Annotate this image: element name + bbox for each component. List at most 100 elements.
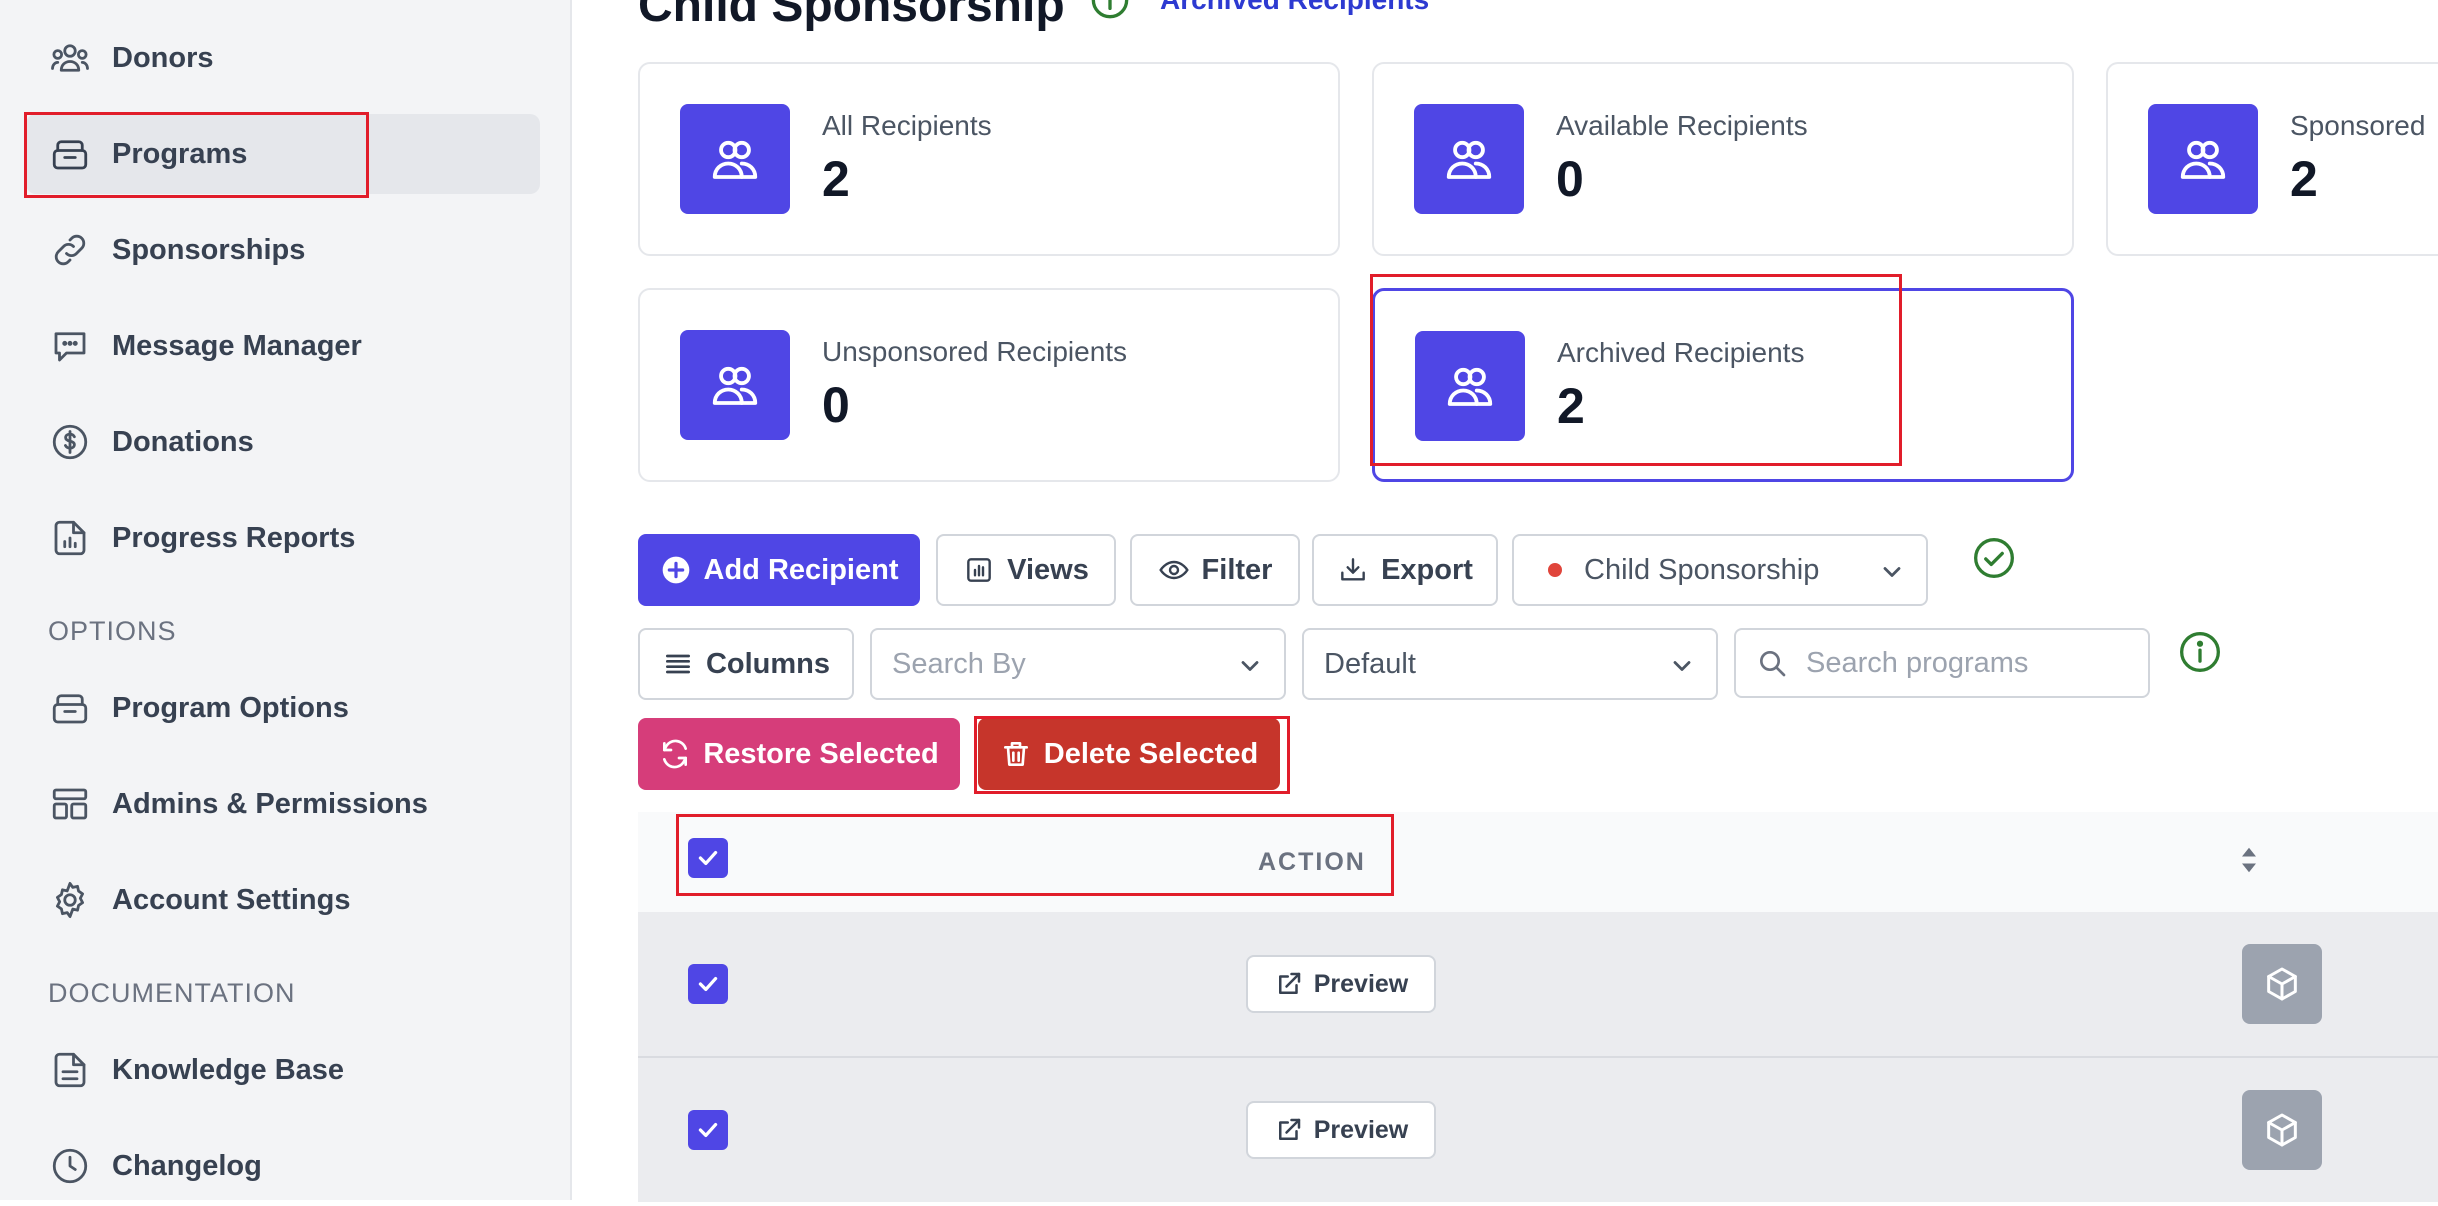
sidebar-item-programs[interactable]: Programs xyxy=(26,114,540,194)
chevron-down-icon xyxy=(1241,661,1259,671)
search-icon xyxy=(1760,651,1786,677)
row-checkbox[interactable] xyxy=(688,1110,728,1150)
select-all-checkbox[interactable] xyxy=(688,838,728,878)
stat-label: Archived Recipients xyxy=(1557,337,1805,368)
sidebar-item-donors[interactable]: Donors xyxy=(26,18,540,98)
status-dot-icon xyxy=(1548,563,1562,577)
list-icon xyxy=(665,654,690,674)
clock-icon xyxy=(48,1144,92,1188)
cube-button[interactable] xyxy=(2242,1090,2322,1170)
documentation-section-label: DOCUMENTATION xyxy=(48,978,296,1008)
preview-label: Preview xyxy=(1313,969,1409,998)
sidebar-item-program-options[interactable]: Program Options xyxy=(26,668,540,748)
views-label: Views xyxy=(1007,553,1089,586)
sidebar-item-label: Admins & Permissions xyxy=(112,787,428,820)
sidebar-item-account-settings[interactable]: Account Settings xyxy=(26,860,540,940)
sidebar-item-label: Program Options xyxy=(112,691,349,724)
check-icon xyxy=(698,1122,718,1138)
stat-label: Sponsored xyxy=(2290,110,2426,141)
table-row: Preview xyxy=(638,912,2438,1056)
search-input-placeholder: Search programs xyxy=(1806,646,2029,679)
sidebar-item-label: Donors xyxy=(112,41,214,74)
external-link-icon xyxy=(1278,972,1300,994)
info-icon[interactable] xyxy=(2178,630,2222,674)
sidebar-item-donations[interactable]: Donations xyxy=(26,402,540,482)
stat-value: 0 xyxy=(822,377,850,433)
sidebar-item-label: Account Settings xyxy=(112,883,351,916)
chevron-down-icon xyxy=(1673,661,1691,671)
search-input[interactable]: Search programs xyxy=(1734,628,2150,698)
stat-value: 0 xyxy=(1556,151,1584,207)
info-icon[interactable] xyxy=(1090,0,1130,20)
gear-icon xyxy=(48,878,92,922)
views-button[interactable]: Views xyxy=(936,534,1116,606)
restore-selected-button[interactable]: Restore Selected xyxy=(638,718,960,790)
sidebar-item-progress-reports[interactable]: Progress Reports xyxy=(26,498,540,578)
cube-button[interactable] xyxy=(2242,944,2322,1024)
program-select-value: Child Sponsorship xyxy=(1584,553,1820,586)
chat-icon xyxy=(48,324,92,368)
sort-icon[interactable] xyxy=(2238,846,2260,874)
archive-icon xyxy=(48,132,92,176)
row-checkbox[interactable] xyxy=(688,964,728,1004)
users-icon xyxy=(2148,104,2258,214)
check-icon xyxy=(698,850,718,866)
users-icon xyxy=(48,36,92,80)
sidebar-item-label: Knowledge Base xyxy=(112,1053,345,1086)
columns-button[interactable]: Columns xyxy=(638,628,854,700)
filter-button[interactable]: Filter xyxy=(1130,534,1300,606)
sidebar-item-label: Sponsorships xyxy=(112,233,306,266)
sidebar-item-message-manager[interactable]: Message Manager xyxy=(26,306,540,386)
stat-label: Unsponsored Recipients xyxy=(822,336,1128,367)
eye-icon xyxy=(1158,560,1189,580)
table-header: ACTION xyxy=(638,812,2438,914)
preview-button[interactable]: Preview xyxy=(1246,955,1436,1013)
users-icon xyxy=(1415,331,1525,441)
sidebar-item-label: Programs xyxy=(112,137,248,170)
stat-value: 2 xyxy=(822,151,850,207)
add-recipient-button[interactable]: Add Recipient xyxy=(638,534,920,606)
delete-selected-label: Delete Selected xyxy=(1043,737,1259,770)
archived-recipients-link[interactable]: Archived Recipients xyxy=(1160,0,1429,16)
layout-icon xyxy=(48,782,92,826)
search-by-select[interactable]: Search By xyxy=(870,628,1286,700)
check-circle-icon xyxy=(1974,538,2014,578)
preview-label: Preview xyxy=(1313,1115,1409,1144)
add-recipient-label: Add Recipient xyxy=(703,553,899,586)
users-icon xyxy=(680,330,790,440)
page-title: Child Sponsorship xyxy=(638,0,1065,32)
stat-card-unsponsored[interactable]: Unsponsored Recipients 0 xyxy=(638,288,1340,482)
document-icon xyxy=(48,1048,92,1092)
chart-icon xyxy=(967,558,992,582)
report-icon xyxy=(48,516,92,560)
delete-selected-button[interactable]: Delete Selected xyxy=(978,718,1280,790)
stat-card-all[interactable]: All Recipients 2 xyxy=(638,62,1340,256)
stat-card-sponsored[interactable]: Sponsored 2 xyxy=(2106,62,2438,256)
options-section-label: OPTIONS xyxy=(48,616,177,646)
sidebar-item-changelog[interactable]: Changelog xyxy=(26,1126,540,1206)
stat-label: Available Recipients xyxy=(1556,110,1808,141)
export-label: Export xyxy=(1381,553,1473,586)
sidebar: Donors Programs Sponsorships Message Man… xyxy=(0,0,572,1200)
stat-label: All Recipients xyxy=(822,110,992,141)
export-button[interactable]: Export xyxy=(1312,534,1498,606)
cube-icon xyxy=(2267,967,2297,1001)
action-column-header: ACTION xyxy=(1258,848,1366,876)
restore-selected-label: Restore Selected xyxy=(703,737,939,770)
sidebar-item-knowledge-base[interactable]: Knowledge Base xyxy=(26,1030,540,1110)
sidebar-item-sponsorships[interactable]: Sponsorships xyxy=(26,210,540,290)
filter-label: Filter xyxy=(1201,553,1273,586)
preview-button[interactable]: Preview xyxy=(1246,1101,1436,1159)
trash-icon xyxy=(1003,742,1028,766)
default-select[interactable]: Default xyxy=(1302,628,1718,700)
sidebar-item-label: Donations xyxy=(112,425,254,458)
plus-circle-icon xyxy=(662,556,689,584)
stat-card-archived[interactable]: Archived Recipients 2 xyxy=(1372,288,2074,482)
users-icon xyxy=(680,104,790,214)
external-link-icon xyxy=(1278,1118,1300,1140)
sidebar-item-admins-permissions[interactable]: Admins & Permissions xyxy=(26,764,540,844)
stat-card-available[interactable]: Available Recipients 0 xyxy=(1372,62,2074,256)
sidebar-item-label: Progress Reports xyxy=(112,521,356,554)
program-select[interactable]: Child Sponsorship xyxy=(1512,534,1928,606)
download-icon xyxy=(1341,558,1365,581)
